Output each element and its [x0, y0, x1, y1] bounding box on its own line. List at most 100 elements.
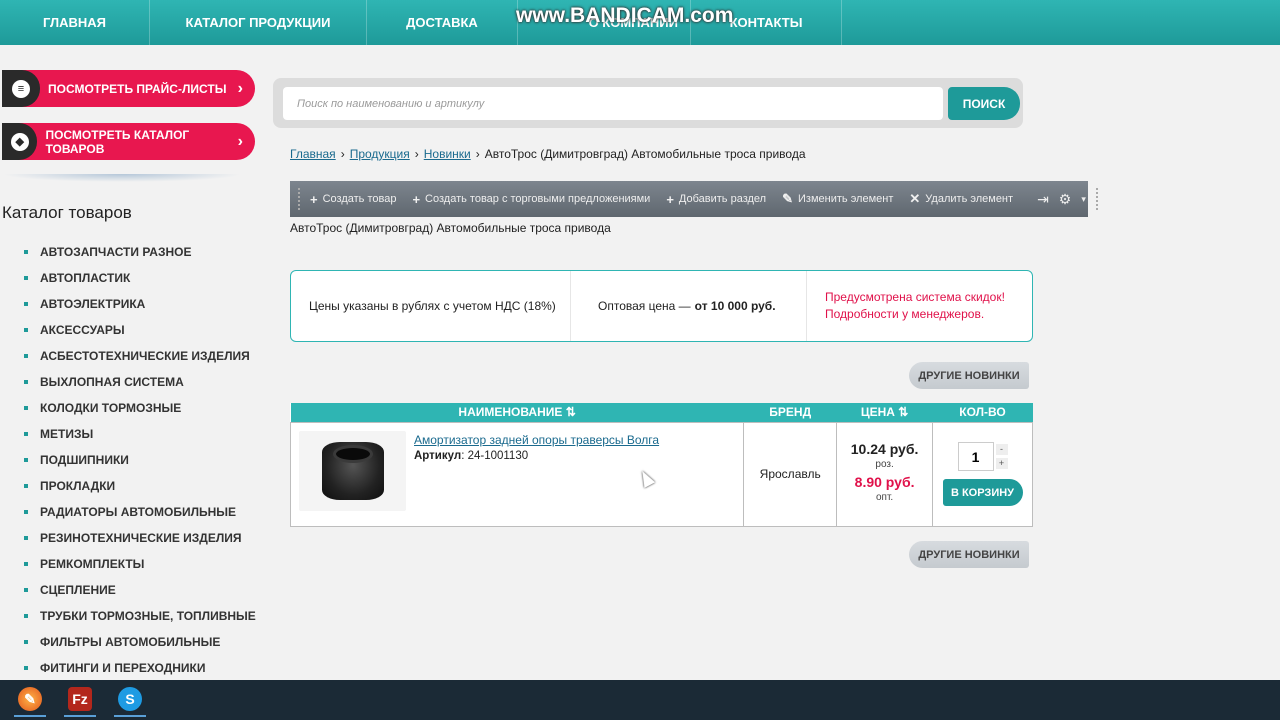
- category-item[interactable]: ТРУБКИ ТОРМОЗНЫЕ, ТОПЛИВНЫЕ: [24, 603, 256, 629]
- category-item[interactable]: ФИЛЬТРЫ АВТОМОБИЛЬНЫЕ: [24, 629, 256, 655]
- admin-toolbar: + Создать товар + Создать товар с торговым…: [290, 181, 1098, 217]
- retail-label: роз.: [875, 459, 894, 470]
- header-brand: БРЕНД: [743, 403, 837, 422]
- price-info-box: Цены указаны в рублях с учетом НДС (18%)…: [290, 270, 1033, 342]
- header-qty: КОЛ-ВО: [932, 403, 1033, 422]
- price-cell: 10.24 руб. роз. 8.90 руб. опт.: [836, 421, 934, 527]
- brand-cell: Ярославль: [743, 421, 838, 527]
- header-price-label: ЦЕНА: [860, 405, 895, 420]
- breadcrumb-home[interactable]: Главная: [290, 147, 336, 161]
- catalog-button-label: ПОСМОТРЕТЬ КАТАЛОГ ТОВАРОВ: [45, 127, 190, 156]
- firefox-icon: ✎: [18, 687, 42, 711]
- gear-icon[interactable]: ⚙: [1059, 191, 1072, 208]
- product-cell: Амортизатор задней опоры траверсы Волга …: [289, 421, 745, 527]
- category-item[interactable]: АВТОЗАПЧАСТИ РАЗНОЕ: [24, 239, 256, 265]
- wholesale-note: Оптовая цена — от 10 000 руб.: [571, 271, 807, 341]
- wholesale-value: от 10 000 руб.: [694, 299, 776, 313]
- sort-icon: ⇅: [565, 405, 576, 420]
- breadcrumb-news[interactable]: Новинки: [424, 147, 471, 161]
- nav-item-home[interactable]: ГЛАВНАЯ: [0, 0, 150, 45]
- breadcrumb-separator: ›: [340, 147, 345, 161]
- quantity-input[interactable]: [957, 442, 994, 471]
- chevron-right-icon: ›: [237, 79, 243, 97]
- category-item[interactable]: ПОДШИПНИКИ: [24, 447, 256, 473]
- tag-icon: ◆: [2, 123, 38, 160]
- vat-note: Цены указаны в рублях с учетом НДС (18%): [291, 271, 571, 341]
- category-item[interactable]: РЕМКОМПЛЕКТЫ: [24, 551, 256, 577]
- product-table: НАИМЕНОВАНИЕ ⇅ БРЕНД ЦЕНА ⇅ КОЛ-ВО Аморт…: [289, 403, 1033, 527]
- page-title: АвтоТрос (Димитровград) Автомобильные тр…: [290, 221, 611, 235]
- pin-icon[interactable]: ⇥: [1037, 191, 1049, 208]
- category-item[interactable]: ВЫХЛОПНАЯ СИСТЕМА: [24, 369, 256, 395]
- create-item-offers-label: Создать товар с торговыми предложениями: [425, 193, 651, 205]
- edit-element-label: Изменить элемент: [798, 193, 894, 205]
- category-item[interactable]: МЕТИЗЫ: [24, 421, 256, 447]
- create-item-label: Создать товар: [322, 193, 397, 205]
- article-value: : 24-1001130: [461, 449, 529, 462]
- catalog-title: Каталог товаров: [2, 203, 132, 222]
- retail-price: 10.24 руб.: [850, 441, 919, 457]
- taskbar-app-firefox[interactable]: ✎: [14, 683, 46, 717]
- breadcrumb-separator: ›: [414, 147, 419, 161]
- discount-note: Предусмотрена система скидок! Подробност…: [807, 271, 1005, 341]
- search-input[interactable]: [283, 87, 943, 120]
- view-catalog-button[interactable]: ◆ ПОСМОТРЕТЬ КАТАЛОГ ТОВАРОВ ›: [2, 123, 255, 160]
- taskbar: ✎ Fz S: [0, 680, 1280, 720]
- view-price-lists-button[interactable]: ≡ ПОСМОТРЕТЬ ПРАЙС-ЛИСТЫ ›: [2, 70, 255, 107]
- category-item[interactable]: СЦЕПЛЕНИЕ: [24, 577, 256, 603]
- other-news-button-top[interactable]: ДРУГИЕ НОВИНКИ: [909, 362, 1029, 389]
- close-icon: ✕: [909, 191, 921, 206]
- breadcrumb-current: АвтоТрос (Димитровград) Автомобильные тр…: [484, 147, 806, 161]
- article-label: Артикул: [414, 449, 462, 462]
- discount-line-1: Предусмотрена система скидок!: [825, 290, 1005, 304]
- category-item[interactable]: АКСЕССУАРЫ: [24, 317, 256, 343]
- sidebar-divider: [2, 174, 242, 182]
- header-name[interactable]: НАИМЕНОВАНИЕ ⇅: [290, 403, 744, 422]
- search-button[interactable]: ПОИСК: [948, 87, 1020, 120]
- bushing-image: [321, 441, 384, 500]
- sort-icon: ⇅: [898, 405, 909, 420]
- category-item[interactable]: КОЛОДКИ ТОРМОЗНЫЕ: [24, 395, 256, 421]
- header-price[interactable]: ЦЕНА ⇅: [836, 403, 933, 422]
- category-item[interactable]: АВТОЭЛЕКТРИКА: [24, 291, 256, 317]
- delete-element-label: Удалить элемент: [925, 193, 1014, 205]
- breadcrumb: Главная › Продукция › Новинки › АвтоТрос…: [290, 147, 806, 161]
- chevron-down-icon[interactable]: ▾: [1081, 194, 1086, 205]
- breadcrumb-products[interactable]: Продукция: [350, 147, 410, 161]
- delete-element-button[interactable]: ✕ Удалить элемент: [909, 191, 1013, 207]
- table-row: Амортизатор задней опоры траверсы Волга …: [289, 421, 1033, 527]
- other-news-button-bottom[interactable]: ДРУГИЕ НОВИНКИ: [909, 541, 1029, 568]
- quantity-stepper: - +: [933, 442, 1032, 471]
- decrement-button[interactable]: -: [995, 444, 1008, 455]
- product-image[interactable]: [299, 430, 406, 511]
- category-list: АВТОЗАПЧАСТИ РАЗНОЕ АВТОПЛАСТИК АВТОЭЛЕК…: [24, 239, 256, 681]
- create-item-button[interactable]: + Создать товар: [310, 192, 396, 207]
- category-item[interactable]: ПРОКЛАДКИ: [24, 473, 256, 499]
- document-icon: ≡: [2, 70, 40, 107]
- add-to-cart-button[interactable]: В КОРЗИНУ: [942, 479, 1023, 506]
- category-item[interactable]: АВТОПЛАСТИК: [24, 265, 256, 291]
- create-item-offers-button[interactable]: + Создать товар с торговыми предложениями: [412, 192, 650, 207]
- category-item[interactable]: РЕЗИНОТЕХНИЧЕСКИЕ ИЗДЕЛИЯ: [24, 525, 256, 551]
- add-section-label: Добавить раздел: [678, 193, 767, 205]
- edit-element-button[interactable]: ✎ Изменить элемент: [782, 191, 893, 207]
- add-section-button[interactable]: + Добавить раздел: [666, 192, 766, 207]
- category-item[interactable]: АСБЕСТОТЕХНИЧЕСКИЕ ИЗДЕЛИЯ: [24, 343, 256, 369]
- header-name-label: НАИМЕНОВАНИЕ: [458, 405, 563, 420]
- drag-handle[interactable]: [1095, 188, 1098, 210]
- plus-icon: +: [666, 191, 674, 207]
- taskbar-app-skype[interactable]: S: [114, 683, 146, 717]
- nav-item-delivery[interactable]: ДОСТАВКА: [367, 0, 518, 45]
- qty-cell: - + В КОРЗИНУ: [932, 421, 1033, 527]
- taskbar-app-filezilla[interactable]: Fz: [64, 683, 96, 717]
- stepper-buttons: - +: [995, 444, 1008, 469]
- plus-icon: +: [412, 191, 421, 207]
- price-lists-label: ПОСМОТРЕТЬ ПРАЙС-ЛИСТЫ: [48, 81, 227, 96]
- wholesale-price: 8.90 руб.: [854, 474, 915, 490]
- chevron-right-icon: ›: [237, 132, 243, 150]
- increment-button[interactable]: +: [995, 458, 1008, 469]
- category-item[interactable]: ФИТИНГИ И ПЕРЕХОДНИКИ: [24, 655, 256, 681]
- drag-handle[interactable]: [298, 188, 300, 210]
- nav-item-catalog[interactable]: КАТАЛОГ ПРОДУКЦИИ: [150, 0, 367, 45]
- category-item[interactable]: РАДИАТОРЫ АВТОМОБИЛЬНЫЕ: [24, 499, 256, 525]
